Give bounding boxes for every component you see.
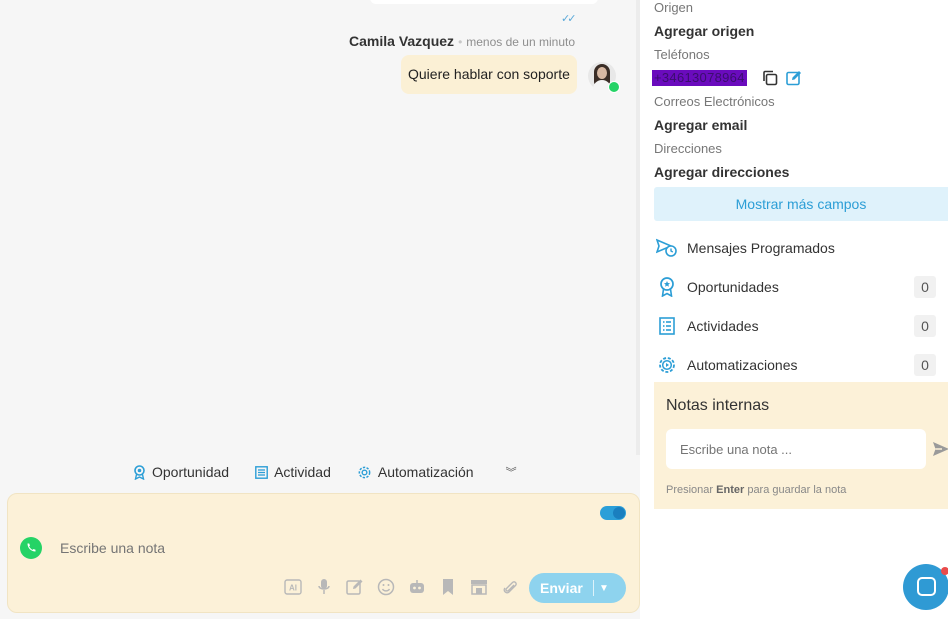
chat-bubble-icon bbox=[917, 577, 936, 596]
opportunities-count: 0 bbox=[914, 276, 936, 298]
automations-section[interactable]: Automatizaciones 0 bbox=[656, 352, 936, 378]
emails-label: Correos Electrónicos bbox=[654, 94, 775, 109]
note-input[interactable] bbox=[60, 537, 460, 559]
quick-actions: Oportunidad Actividad Automatización ︾ bbox=[133, 462, 517, 482]
award-icon bbox=[134, 464, 145, 480]
emoji-icon[interactable] bbox=[377, 578, 395, 596]
notes-hint-key: Enter bbox=[716, 484, 745, 496]
note-mode-toggle[interactable] bbox=[600, 506, 626, 520]
show-more-fields-button[interactable]: Mostrar más campos bbox=[654, 187, 948, 221]
microphone-icon[interactable] bbox=[315, 578, 333, 596]
opportunity-action-label: Oportunidad bbox=[152, 464, 230, 480]
store-icon[interactable] bbox=[470, 578, 488, 596]
internal-notes-title: Notas internas bbox=[666, 397, 770, 414]
ai-icon[interactable]: AI bbox=[284, 578, 302, 596]
notes-hint-prefix: Presionar bbox=[666, 484, 717, 496]
avatar-face bbox=[597, 67, 607, 79]
whatsapp-icon[interactable] bbox=[20, 537, 42, 559]
scheduled-send-icon bbox=[656, 237, 678, 259]
support-chat-launcher[interactable] bbox=[903, 564, 948, 610]
gear-icon bbox=[358, 466, 371, 478]
add-addresses-link[interactable]: Agregar direcciones bbox=[654, 164, 789, 180]
opportunity-action[interactable]: Oportunidad bbox=[133, 464, 229, 480]
whatsapp-badge-icon bbox=[608, 81, 620, 93]
opportunities-label: Oportunidades bbox=[687, 279, 779, 295]
bookmark-icon[interactable] bbox=[439, 578, 457, 596]
meta-separator: • bbox=[458, 35, 463, 49]
activities-section[interactable]: Actividades 0 bbox=[656, 313, 936, 339]
phone-actions bbox=[762, 70, 802, 86]
internal-notes: Notas internas Presionar Enter para guar… bbox=[654, 382, 948, 509]
automation-action[interactable]: Automatización bbox=[357, 464, 474, 480]
list-icon bbox=[656, 315, 678, 337]
award-icon bbox=[656, 276, 678, 298]
add-email-link[interactable]: Agregar email bbox=[654, 117, 747, 133]
add-origin-link[interactable]: Agregar origen bbox=[654, 23, 754, 39]
opportunities-section[interactable]: Oportunidades 0 bbox=[656, 274, 936, 300]
message-time: menos de un minuto bbox=[466, 35, 575, 49]
notes-hint: Presionar Enter para guardar la nota bbox=[666, 484, 846, 496]
addresses-label: Direcciones bbox=[654, 141, 722, 156]
automations-label: Automatizaciones bbox=[687, 357, 798, 373]
activities-label: Actividades bbox=[687, 318, 759, 334]
list-icon bbox=[255, 465, 268, 479]
activities-count: 0 bbox=[914, 315, 936, 337]
send-button[interactable]: Enviar ▼ bbox=[529, 573, 626, 603]
send-icon[interactable] bbox=[932, 440, 948, 458]
avatar[interactable] bbox=[588, 62, 620, 93]
expand-chevron-icon[interactable]: ︾ bbox=[506, 464, 517, 480]
scheduled-messages-label: Mensajes Programados bbox=[687, 240, 835, 256]
message-meta: Camila Vazquez • menos de un minuto bbox=[349, 33, 575, 49]
attachment-icon[interactable] bbox=[501, 578, 519, 596]
internal-note-input[interactable] bbox=[666, 429, 926, 469]
chat-panel: ✓✓ Camila Vazquez • menos de un minuto Qui… bbox=[0, 0, 640, 619]
copy-icon[interactable] bbox=[762, 70, 778, 86]
send-button-label: Enviar bbox=[540, 580, 583, 596]
previous-message-bubble bbox=[370, 0, 598, 4]
origin-label: Origen bbox=[654, 0, 694, 15]
message-composer: AI Enviar ▼ bbox=[7, 493, 640, 613]
read-receipt-icon: ✓✓ bbox=[561, 13, 577, 25]
notification-dot bbox=[941, 567, 948, 575]
activity-action-label: Actividad bbox=[274, 464, 331, 480]
edit-icon[interactable] bbox=[786, 70, 802, 86]
toggle-knob bbox=[613, 507, 625, 519]
notes-hint-suffix: para guardar la nota bbox=[744, 484, 847, 496]
phone-value[interactable]: +34613078964 bbox=[652, 70, 747, 86]
automations-count: 0 bbox=[914, 354, 936, 376]
message-bubble: Quiere hablar con soporte bbox=[401, 55, 577, 94]
gear-icon bbox=[656, 354, 678, 376]
automation-action-label: Automatización bbox=[377, 464, 474, 480]
edit-icon[interactable] bbox=[346, 578, 364, 596]
svg-text:AI: AI bbox=[289, 584, 297, 593]
phones-label: Teléfonos bbox=[654, 47, 710, 62]
contact-panel: Origen Agregar origen Teléfonos +3461307… bbox=[640, 0, 948, 619]
message-author: Camila Vazquez bbox=[349, 33, 455, 49]
chevron-down-icon[interactable]: ▼ bbox=[594, 583, 609, 594]
activity-action[interactable]: Actividad bbox=[255, 464, 331, 480]
bot-icon[interactable] bbox=[408, 578, 426, 596]
composer-tools: AI bbox=[284, 578, 519, 596]
scheduled-messages-section[interactable]: Mensajes Programados bbox=[656, 235, 936, 261]
